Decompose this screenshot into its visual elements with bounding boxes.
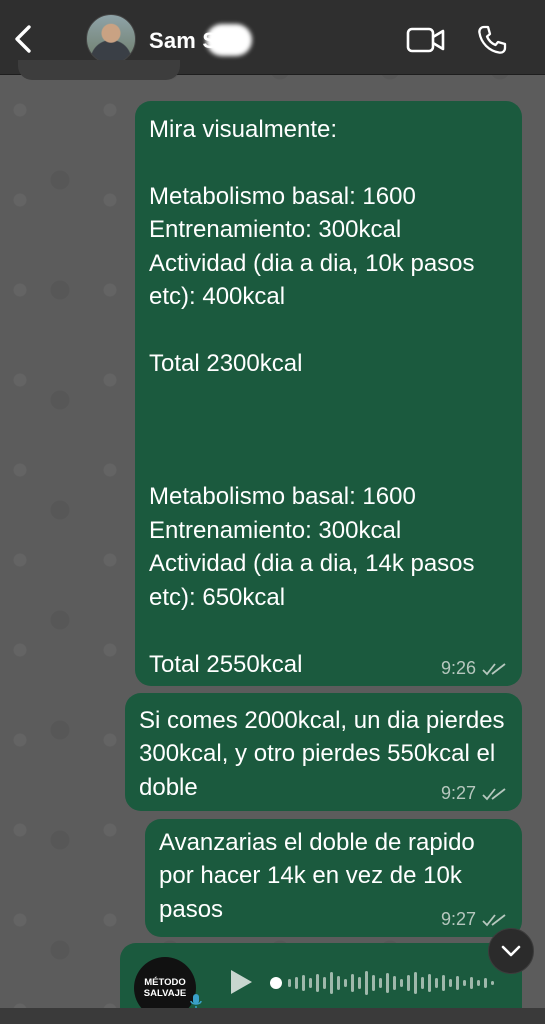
scroll-to-bottom-button[interactable]: [488, 928, 534, 974]
chevron-down-icon: [501, 945, 521, 957]
message-time: 9:27: [440, 783, 476, 803]
double-check-icon: [482, 913, 506, 926]
message-time: 9:26: [440, 658, 476, 678]
play-icon[interactable]: [228, 968, 254, 996]
message-text: Mira visualmente: Metabolismo basal: 160…: [149, 116, 475, 678]
message-meta: 9:26: [441, 658, 508, 679]
phone-call-icon[interactable]: [476, 24, 508, 56]
previous-message-fragment: [18, 60, 180, 80]
voice-note-bubble[interactable]: MÉTODO SALVAJE: [120, 943, 522, 1019]
redaction-blur: [206, 24, 252, 56]
message-meta: 9:27: [441, 783, 508, 804]
message-meta: 9:27: [441, 909, 508, 930]
double-check-icon: [482, 787, 506, 800]
voice-avatar-text: MÉTODO SALVAJE: [143, 977, 187, 999]
audio-waveform[interactable]: [270, 969, 500, 997]
video-call-icon[interactable]: [406, 26, 446, 54]
back-chevron-icon[interactable]: [8, 22, 38, 56]
outgoing-message-bubble[interactable]: Avanzarias el doble de rapido por hacer …: [145, 819, 522, 937]
outgoing-message-bubble[interactable]: Mira visualmente: Metabolismo basal: 160…: [135, 101, 522, 686]
input-bar-edge: [0, 1008, 545, 1024]
message-time: 9:27: [440, 909, 476, 929]
outgoing-message-bubble[interactable]: Si comes 2000kcal, un dia pierdes 300kca…: [125, 693, 522, 811]
double-check-icon: [482, 662, 506, 675]
contact-avatar[interactable]: [86, 14, 136, 64]
